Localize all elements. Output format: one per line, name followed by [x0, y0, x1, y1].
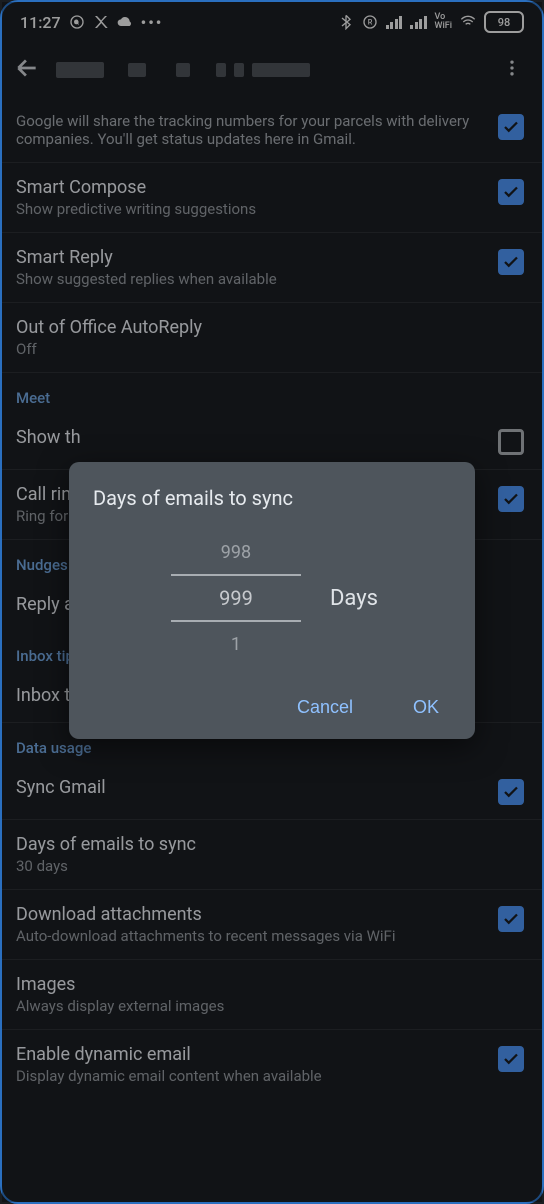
cancel-button[interactable]: Cancel [291, 696, 359, 719]
days-sync-dialog: Days of emails to sync 998 999 1 Days Ca… [69, 462, 475, 739]
picker-prev[interactable]: 998 [221, 530, 251, 574]
dialog-title: Days of emails to sync [93, 486, 451, 510]
ok-button[interactable]: OK [407, 696, 445, 719]
picker-unit: Days [330, 586, 378, 611]
dialog-overlay[interactable]: Days of emails to sync 998 999 1 Days Ca… [2, 2, 542, 1202]
picker-current[interactable]: 999 [219, 576, 253, 620]
picker-next[interactable]: 1 [231, 622, 241, 666]
number-picker[interactable]: 998 999 1 Days [93, 530, 451, 666]
